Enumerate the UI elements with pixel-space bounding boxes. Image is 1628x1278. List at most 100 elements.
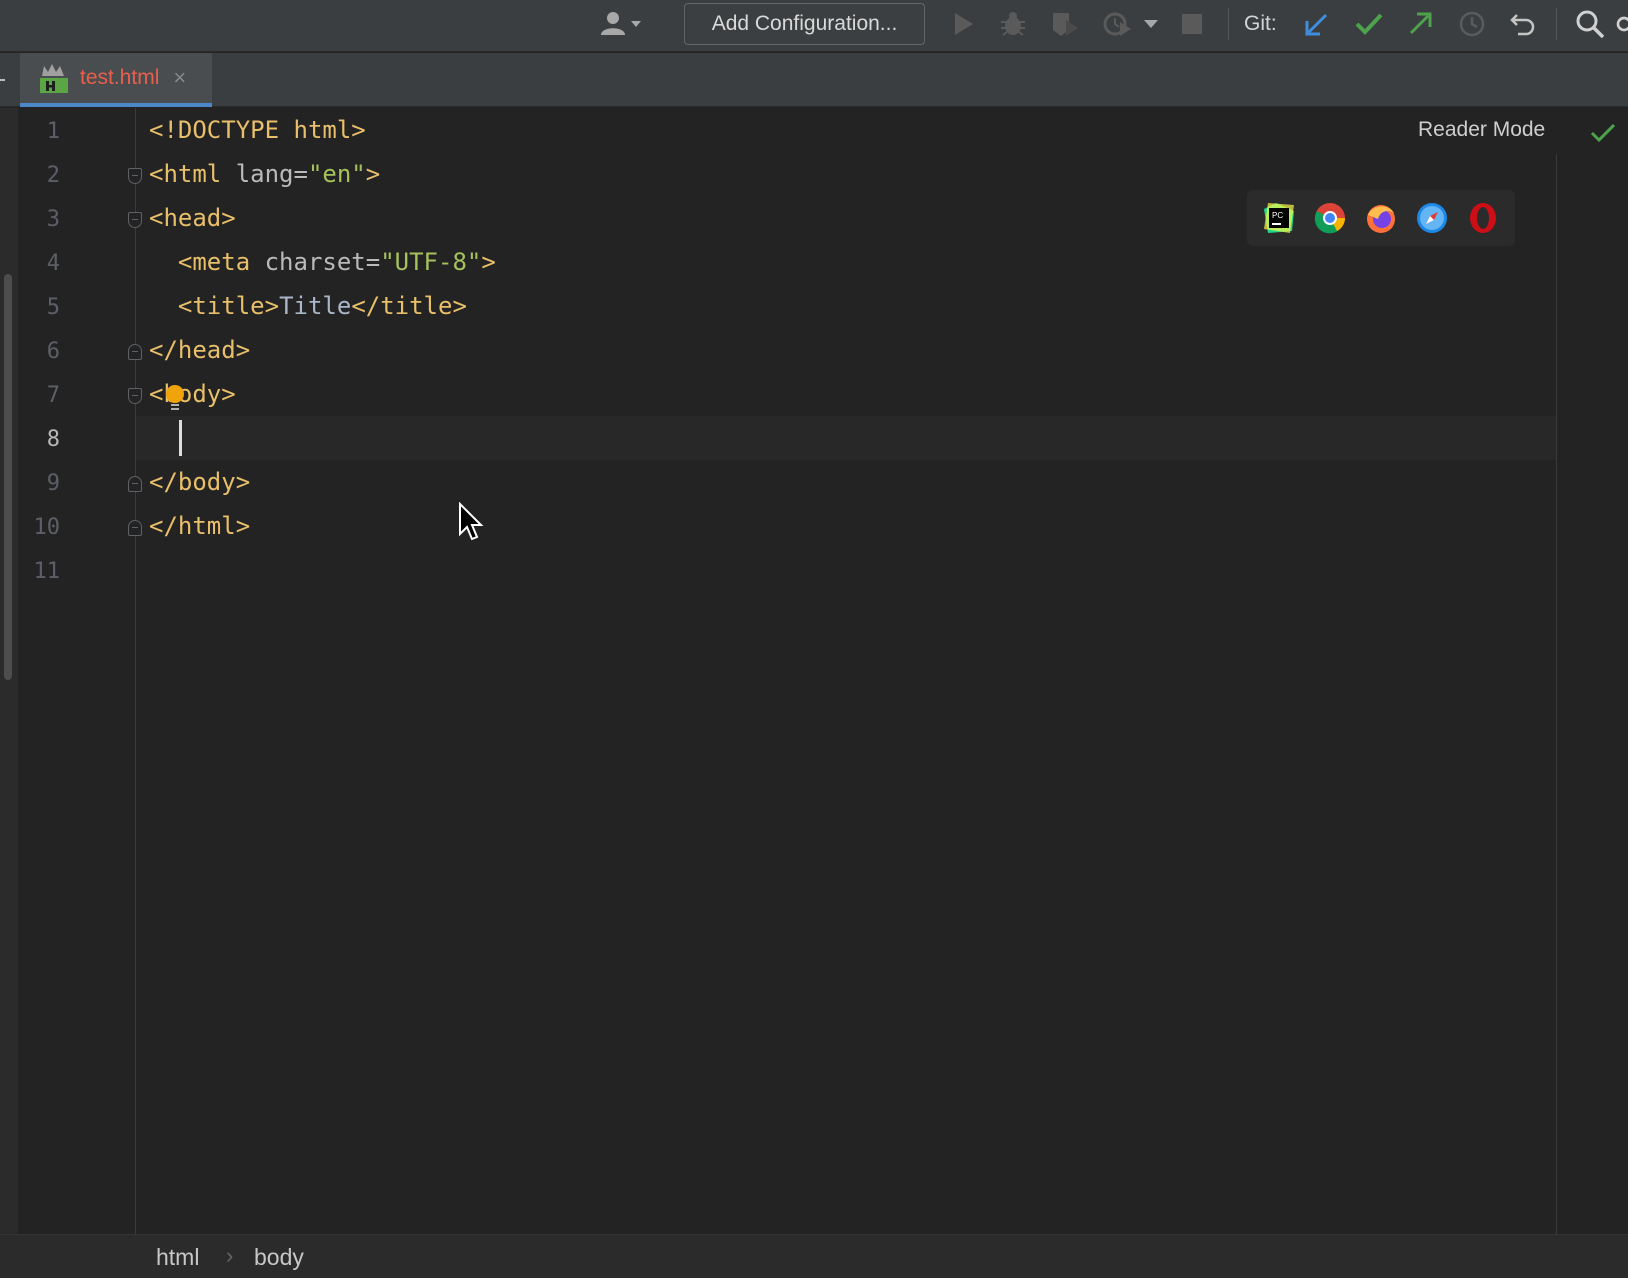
run-button[interactable] (946, 0, 980, 48)
tab-label: test.html (80, 66, 160, 89)
code-attribute: charset= (250, 248, 381, 276)
code-tag: > (365, 160, 381, 188)
run-with-coverage-button[interactable] (1046, 0, 1084, 48)
code-attribute: lang= (221, 160, 308, 188)
pycharm-icon[interactable]: PC (1262, 201, 1296, 235)
safari-icon[interactable] (1415, 201, 1449, 235)
gear-icon (1616, 16, 1628, 32)
editor-tab-bar: test.html × (0, 53, 1628, 107)
coverage-icon (1053, 13, 1078, 36)
line-number-current: 8 (46, 427, 60, 452)
code-line-10[interactable]: </html> (149, 504, 250, 548)
debug-button[interactable] (996, 0, 1030, 48)
line-number: 1 (46, 119, 60, 144)
code-text: Title (279, 292, 352, 320)
breadcrumb-item-body[interactable]: body (254, 1244, 304, 1271)
code-line-7[interactable]: <body> (149, 372, 236, 416)
code-line-9[interactable]: </body> (149, 460, 250, 504)
code-value: "UTF-8" (380, 248, 482, 276)
main-toolbar: Add Configuration... Git: (0, 0, 1628, 52)
open-in-browser-bar: PC (1247, 190, 1515, 246)
settings-button[interactable] (1614, 0, 1628, 48)
git-push-button[interactable] (1403, 0, 1437, 48)
code-tag: > (481, 248, 496, 276)
opera-icon[interactable] (1466, 201, 1500, 235)
chevron-down-icon (631, 21, 641, 27)
line-number: 6 (46, 339, 60, 364)
git-update-icon (1305, 13, 1328, 36)
left-scrollbar-thumb[interactable] (4, 274, 12, 680)
git-commit-button[interactable] (1352, 0, 1386, 48)
code-tag: <!DOCTYPE html> (149, 116, 366, 144)
rollback-icon (1510, 14, 1535, 36)
code-line-3[interactable]: <head> (149, 196, 236, 240)
toolbar-separator (1228, 8, 1229, 40)
git-label: Git: (1244, 12, 1277, 35)
chrome-icon[interactable] (1313, 201, 1347, 235)
code-tag: <body> (149, 380, 236, 408)
code-value: "en" (307, 160, 366, 188)
code-line-2[interactable]: <html lang="en"> (149, 152, 380, 196)
code-line-4[interactable]: <meta charset="UTF-8"> (149, 240, 496, 284)
add-configuration-button[interactable]: Add Configuration... (684, 3, 925, 45)
stop-icon (1182, 14, 1202, 34)
toolbar-separator (1556, 8, 1557, 40)
breadcrumb-item-html[interactable]: html (156, 1244, 199, 1271)
run-icon (955, 13, 973, 35)
line-number: 10 (33, 515, 61, 540)
line-number: 2 (46, 163, 60, 188)
stop-button[interactable] (1176, 0, 1208, 48)
code-line-1[interactable]: <!DOCTYPE html> (149, 108, 366, 152)
line-number-gutter[interactable] (18, 108, 136, 1234)
reader-mode-toggle[interactable]: Reader Mode (1418, 118, 1545, 142)
fold-marker-head-end[interactable] (128, 344, 142, 360)
line-number: 4 (46, 251, 60, 276)
code-line-6[interactable]: </head> (149, 328, 250, 372)
breadcrumb: html › body (0, 1234, 1628, 1278)
user-icon (601, 12, 641, 35)
line-number: 7 (46, 383, 60, 408)
git-update-button[interactable] (1300, 0, 1334, 48)
code-tag: </body> (149, 468, 251, 496)
git-commit-icon (1355, 13, 1383, 35)
code-tag: <html (149, 160, 222, 188)
fold-marker-head[interactable] (128, 212, 142, 228)
debug-icon (1001, 12, 1025, 36)
fold-marker-html-end[interactable] (128, 520, 142, 536)
fold-marker-html[interactable] (128, 168, 142, 184)
intention-bulb-icon[interactable] (164, 384, 186, 414)
inspection-ok-icon[interactable] (1590, 122, 1616, 144)
tab-overflow-marker (0, 79, 5, 81)
close-tab-icon[interactable]: × (173, 65, 186, 91)
git-push-icon (1409, 12, 1432, 35)
svg-text:PC: PC (1272, 211, 1283, 220)
firefox-icon[interactable] (1364, 201, 1398, 235)
fold-marker-body-end[interactable] (128, 476, 142, 492)
code-tag: </html> (149, 512, 251, 540)
code-tag: </head> (149, 336, 251, 364)
user-menu-button[interactable] (590, 0, 652, 48)
code-line-5[interactable]: <title>Title</title> (149, 284, 467, 328)
more-run-options-button[interactable] (1138, 0, 1164, 48)
code-tag: <title> (177, 292, 280, 320)
history-icon (1459, 11, 1485, 37)
search-everywhere-button[interactable] (1570, 0, 1610, 48)
current-line-highlight (136, 416, 1556, 460)
chevron-down-icon (1144, 20, 1158, 28)
code-tag: <head> (149, 204, 236, 232)
mouse-pointer-icon (459, 502, 484, 541)
git-history-button[interactable] (1454, 0, 1490, 48)
right-gutter-divider (1556, 154, 1557, 1234)
fold-marker-body[interactable] (128, 388, 142, 404)
line-number: 3 (46, 207, 60, 232)
git-rollback-button[interactable] (1505, 0, 1541, 48)
line-number: 11 (33, 559, 61, 584)
code-tag: <meta (177, 248, 251, 276)
code-editor[interactable]: 1 2 3 4 5 6 7 8 9 10 11 <!DOCTYPE html> … (0, 108, 1628, 1234)
line-number: 5 (46, 295, 60, 320)
profile-icon (1103, 12, 1131, 36)
tab-test-html[interactable]: test.html × (20, 53, 212, 107)
profile-button[interactable] (1098, 0, 1136, 48)
